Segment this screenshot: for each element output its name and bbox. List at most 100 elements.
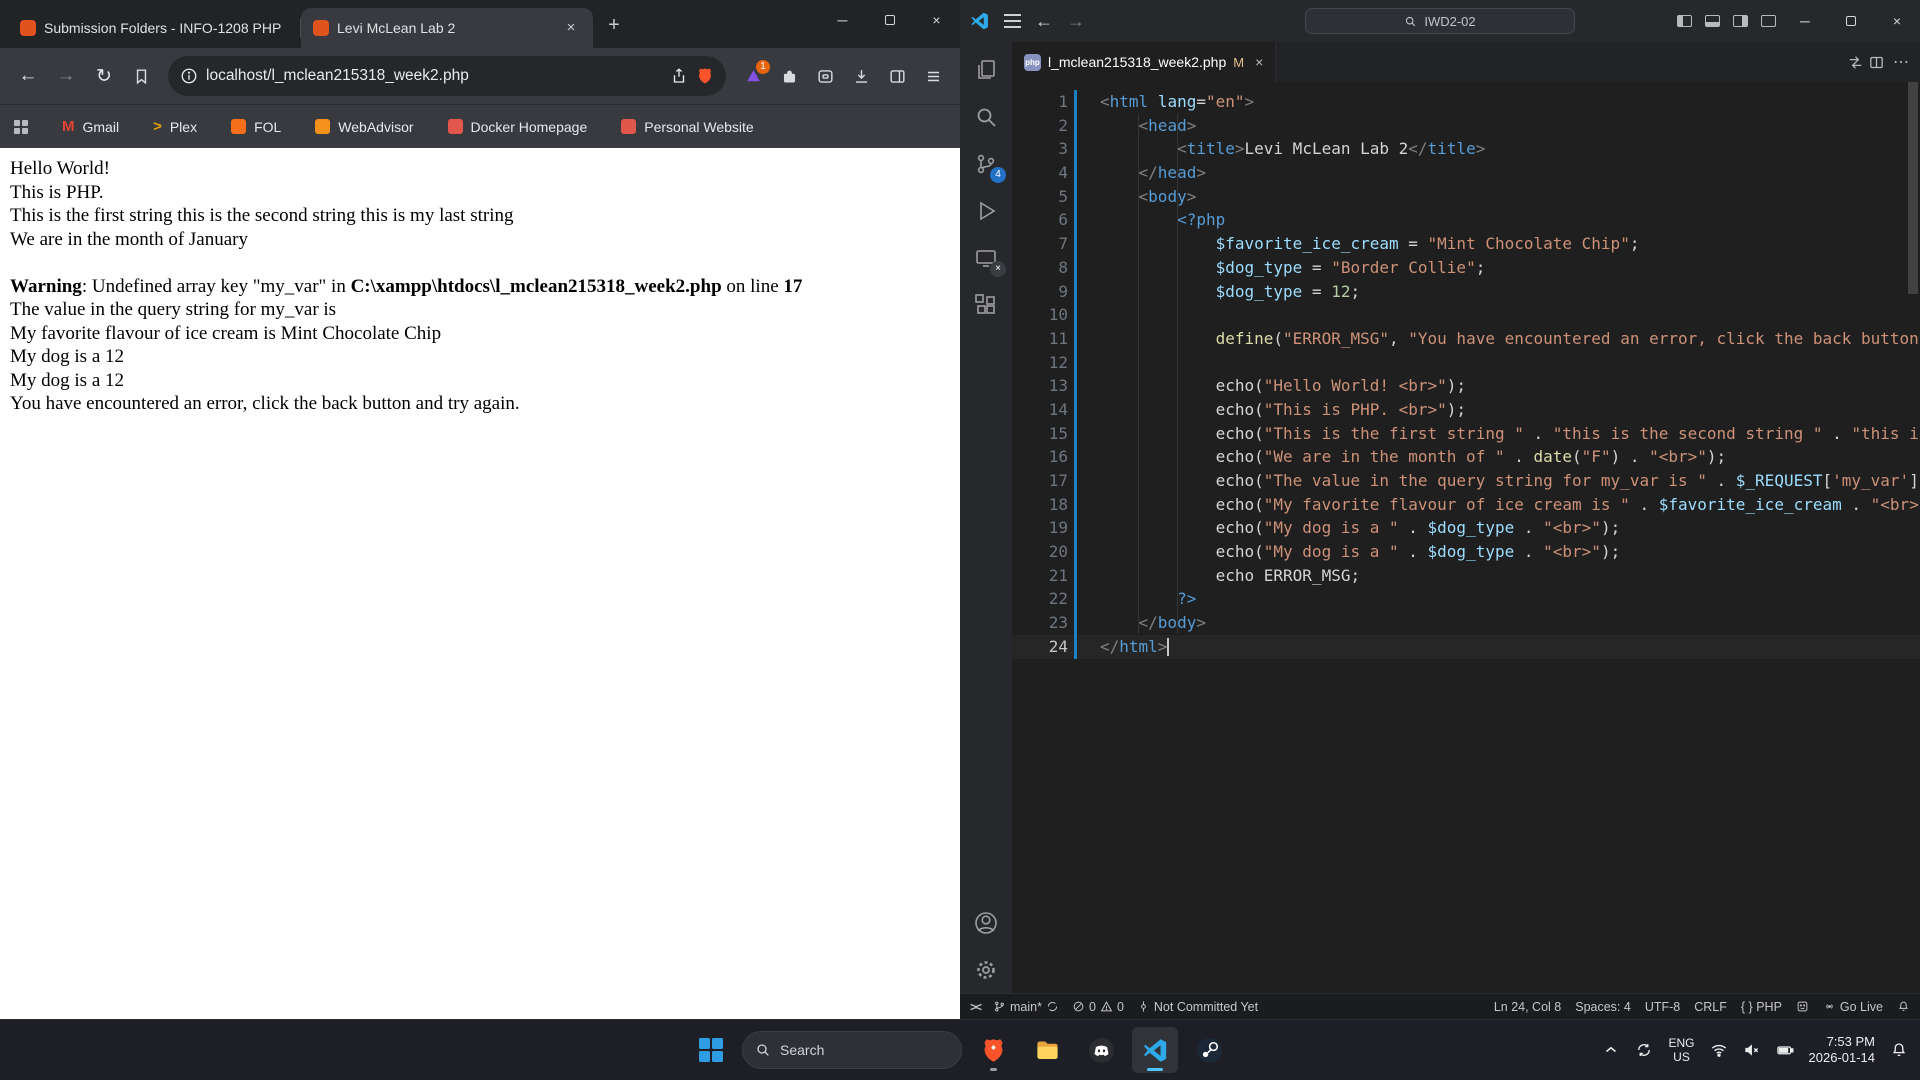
rewards-icon[interactable]: 1 [736,59,770,93]
code-line[interactable]: 4 </head> [1012,161,1920,185]
code-text[interactable]: </body> [1100,611,1206,635]
go-back-icon[interactable]: ← [1035,11,1053,32]
vscode-menu-icon[interactable] [1004,14,1021,28]
code-text[interactable]: </head> [1100,161,1206,185]
code-line[interactable]: 21 echo ERROR_MSG; [1012,564,1920,588]
commit-status[interactable]: Not Committed Yet [1137,1000,1258,1014]
clock[interactable]: 7:53 PM 2026-01-14 [1809,1034,1876,1066]
compare-changes-icon[interactable] [1847,54,1864,71]
apps-grid-icon[interactable] [14,120,28,134]
code-text[interactable]: <head> [1100,114,1196,138]
line-number[interactable]: 10 [1012,303,1068,327]
browser-menu-icon[interactable] [916,59,950,93]
line-number[interactable]: 22 [1012,587,1068,611]
new-tab-button[interactable]: + [599,11,629,41]
browser-tab-inactive[interactable]: Submission Folders - INFO-1208 PHP [8,8,300,48]
line-number[interactable]: 1 [1012,90,1068,114]
battery-icon[interactable] [1776,1041,1794,1059]
extensions-icon[interactable] [772,59,806,93]
split-editor-icon[interactable] [1868,54,1885,71]
url-text[interactable]: localhost/l_mclean215318_week2.php [206,67,662,85]
code-line[interactable]: 13 echo("Hello World! <br>"); [1012,374,1920,398]
line-number[interactable]: 9 [1012,280,1068,304]
line-number[interactable]: 14 [1012,398,1068,422]
code-text[interactable]: </html> [1100,635,1169,659]
code-text[interactable]: echo("The value in the query string for … [1100,469,1920,493]
explorer-icon[interactable] [962,46,1010,93]
back-button[interactable]: ← [10,58,46,94]
notifications-bell-icon[interactable] [1897,1000,1910,1013]
customize-layout-icon[interactable] [1754,7,1782,35]
settings-gear-icon[interactable] [962,946,1010,993]
taskbar-explorer-icon[interactable] [1024,1027,1070,1073]
forward-button[interactable]: → [48,58,84,94]
toggle-panel-icon[interactable] [1698,7,1726,35]
code-line[interactable]: 12 [1012,351,1920,375]
code-line[interactable]: 15 echo("This is the first string " . "t… [1012,422,1920,446]
line-number[interactable]: 19 [1012,516,1068,540]
line-number[interactable]: 8 [1012,256,1068,280]
line-number[interactable]: 6 [1012,208,1068,232]
eol-sequence[interactable]: CRLF [1694,1000,1727,1014]
code-text[interactable]: echo("My dog is a " . $dog_type . "<br>"… [1100,516,1620,540]
line-number[interactable]: 3 [1012,137,1068,161]
vscode-minimize-button[interactable]: ─ [1782,0,1828,42]
browser-tab-active[interactable]: Levi McLean Lab 2 × [301,8,593,48]
code-text[interactable]: echo("Hello World! <br>"); [1100,374,1466,398]
tab-close-icon[interactable]: × [561,18,581,38]
code-text[interactable]: ?> [1100,587,1196,611]
branch-indicator[interactable]: main* [993,1000,1059,1014]
bookmark-icon[interactable] [124,59,158,93]
volume-muted-icon[interactable] [1743,1041,1761,1059]
search-icon[interactable] [962,93,1010,140]
editor-scrollbar[interactable] [1906,82,1920,993]
cursor-position[interactable]: Ln 24, Col 8 [1494,1000,1561,1014]
remote-indicator[interactable]: >< [970,1000,980,1014]
downloads-icon[interactable] [844,59,878,93]
line-number[interactable]: 17 [1012,469,1068,493]
code-text[interactable]: echo("This is the first string " . "this… [1100,422,1920,446]
encoding[interactable]: UTF-8 [1645,1000,1680,1014]
code-line[interactable]: 3 <title>Levi McLean Lab 2</title> [1012,137,1920,161]
code-line[interactable]: 1 <html lang="en"> [1012,90,1920,114]
url-bar[interactable]: localhost/l_mclean215318_week2.php [168,56,726,96]
taskbar-search[interactable]: Search [742,1031,962,1069]
go-live-button[interactable]: Go Live [1823,1000,1883,1014]
code-line[interactable]: 24</html> [1012,635,1920,659]
line-number[interactable]: 2 [1012,114,1068,138]
line-number[interactable]: 13 [1012,374,1068,398]
tray-chevron-icon[interactable] [1602,1041,1620,1059]
reload-button[interactable]: ↻ [86,58,122,94]
code-line[interactable]: 23 </body> [1012,611,1920,635]
code-text[interactable]: <title>Levi McLean Lab 2</title> [1100,137,1485,161]
code-text[interactable]: define("ERROR_MSG", "You have encountere… [1100,327,1920,351]
code-text[interactable]: <html lang="en"> [1100,90,1254,114]
line-number[interactable]: 18 [1012,493,1068,517]
sidebar-toggle-icon[interactable] [880,59,914,93]
code-line[interactable]: 20 echo("My dog is a " . $dog_type . "<b… [1012,540,1920,564]
go-forward-icon[interactable]: → [1067,11,1085,32]
problems-indicator[interactable]: 0 0 [1072,1000,1124,1014]
line-number[interactable]: 5 [1012,185,1068,209]
code-text[interactable]: echo("My favorite flavour of ice cream i… [1100,493,1920,517]
line-number[interactable]: 4 [1012,161,1068,185]
site-info-icon[interactable] [180,67,198,85]
code-line[interactable]: 14 echo("This is PHP. <br>"); [1012,398,1920,422]
run-debug-icon[interactable] [962,187,1010,234]
code-text[interactable]: $dog_type = 12; [1100,280,1360,304]
extensions-icon[interactable] [962,281,1010,328]
bookmark-plex[interactable]: >Plex [153,118,197,135]
line-number[interactable]: 11 [1012,327,1068,351]
maximize-button[interactable] [866,0,913,40]
screenshot-icon[interactable] [808,59,842,93]
toggle-secondary-sidebar-icon[interactable] [1726,7,1754,35]
code-line[interactable]: 11 define("ERROR_MSG", "You have encount… [1012,327,1920,351]
start-button[interactable] [688,1027,734,1073]
code-line[interactable]: 2 <head> [1012,114,1920,138]
taskbar-vscode-icon[interactable] [1132,1027,1178,1073]
code-line[interactable]: 22 ?> [1012,587,1920,611]
share-icon[interactable] [670,67,688,85]
code-text[interactable]: echo("This is PHP. <br>"); [1100,398,1466,422]
more-actions-icon[interactable]: ⋯ [1889,52,1914,72]
code-text[interactable]: echo ERROR_MSG; [1100,564,1360,588]
